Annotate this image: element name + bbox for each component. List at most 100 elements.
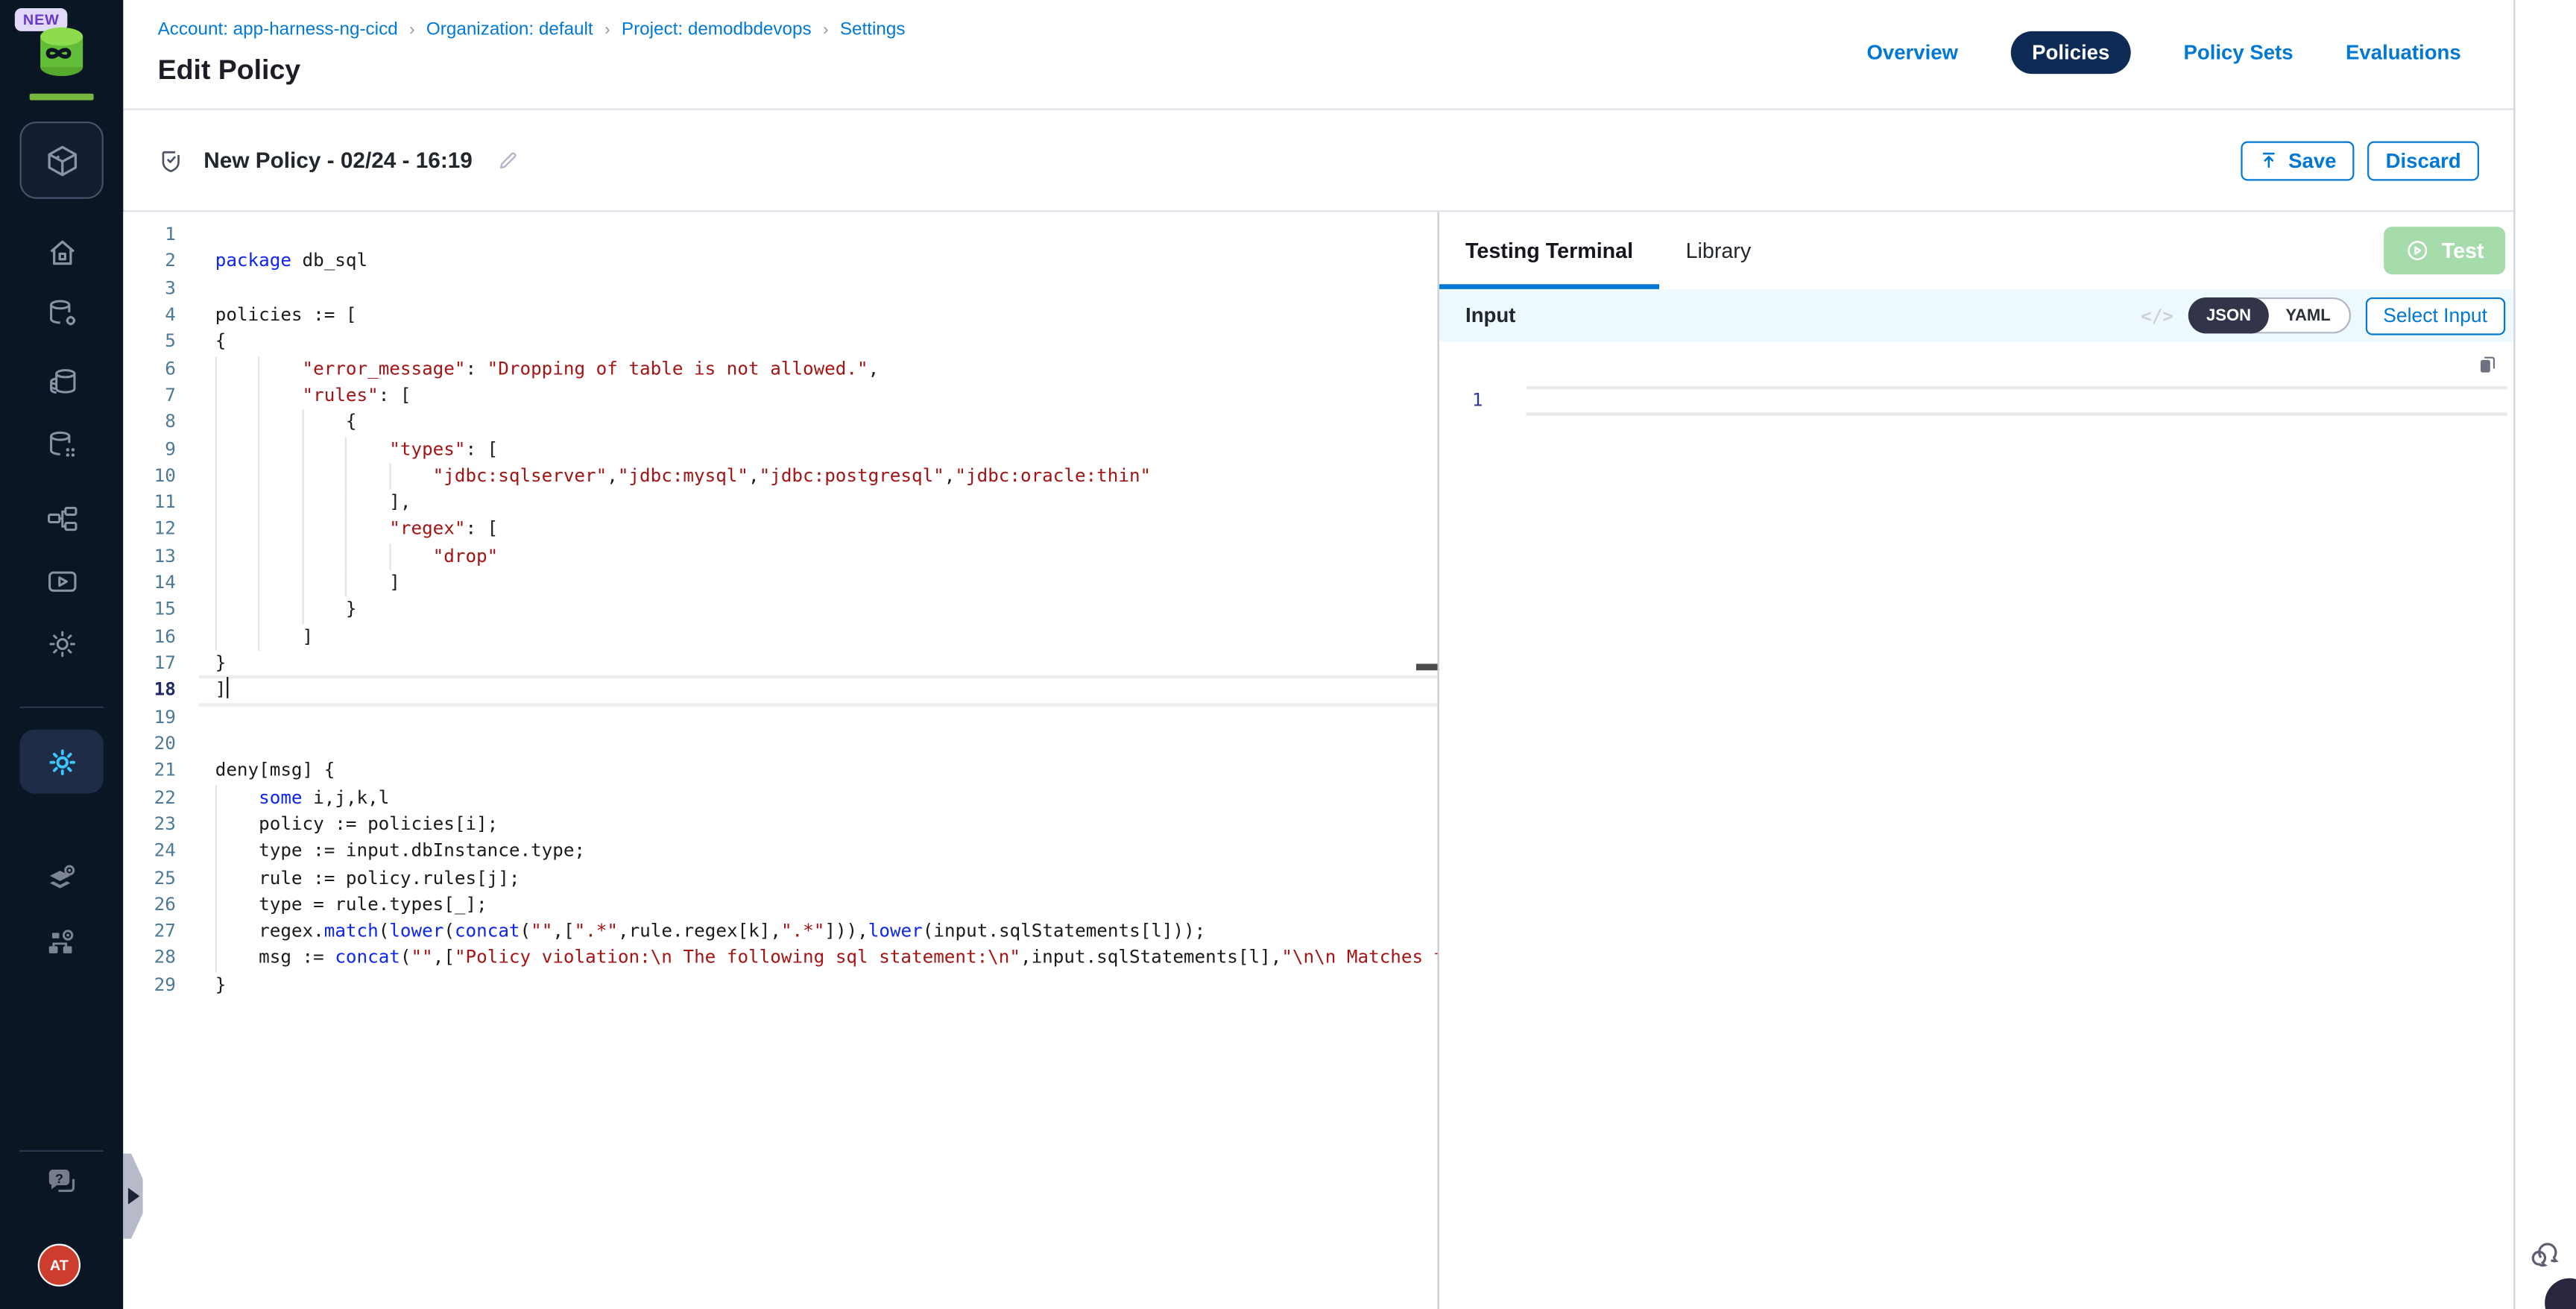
line-content: type = rule.types[_]; bbox=[215, 892, 487, 918]
line-content: "drop" bbox=[215, 543, 499, 570]
line-number: 19 bbox=[123, 704, 176, 731]
play-circle-icon bbox=[2405, 239, 2430, 263]
editor-line[interactable]: 17} bbox=[123, 651, 1437, 678]
page-header: Account: app-harness-ng-cicd › Organizat… bbox=[123, 0, 2513, 108]
line-number: 23 bbox=[123, 812, 176, 839]
copy-icon[interactable] bbox=[2476, 353, 2499, 376]
left-sidebar: NEW bbox=[0, 0, 123, 1309]
breadcrumb-account[interactable]: Account: app-harness-ng-cicd bbox=[158, 19, 398, 39]
line-content: } bbox=[215, 972, 227, 999]
layers-gear-icon bbox=[42, 859, 80, 898]
editor-line[interactable]: 21deny[msg] { bbox=[123, 758, 1437, 785]
toggle-yaml[interactable]: YAML bbox=[2267, 306, 2349, 324]
sidebar-item-layers[interactable] bbox=[0, 859, 123, 898]
tab-overview[interactable]: Overview bbox=[1866, 41, 1958, 64]
module-cube-icon bbox=[42, 140, 81, 180]
editor-line[interactable]: 26 type = rule.types[_]; bbox=[123, 892, 1437, 918]
editor-line[interactable]: 24 type := input.dbInstance.type; bbox=[123, 838, 1437, 865]
line-number: 27 bbox=[123, 918, 176, 945]
line-number: 6 bbox=[123, 356, 176, 382]
line-number: 26 bbox=[123, 892, 176, 918]
editor-line[interactable]: 27 regex.match(lower(concat("",[".*",rul… bbox=[123, 918, 1437, 945]
editor-line[interactable]: 3 bbox=[123, 275, 1437, 302]
assistant-fab[interactable] bbox=[2545, 1278, 2576, 1309]
editor-line[interactable]: 6 "error_message": "Dropping of table is… bbox=[123, 356, 1437, 382]
editor-line[interactable]: 22 some i,j,k,l bbox=[123, 785, 1437, 812]
toggle-json[interactable]: JSON bbox=[2188, 297, 2270, 333]
editor-line[interactable]: 20 bbox=[123, 731, 1437, 758]
editor-line[interactable]: 23 policy := policies[i]; bbox=[123, 812, 1437, 839]
editor-line[interactable]: 9 "types": [ bbox=[123, 436, 1437, 463]
editor-line[interactable]: 12 "regex": [ bbox=[123, 517, 1437, 543]
sidebar-item-infrastructure[interactable] bbox=[0, 924, 123, 962]
test-button[interactable]: Test bbox=[2384, 227, 2506, 274]
breadcrumb-project[interactable]: Project: demodbdevops bbox=[622, 19, 812, 39]
tab-policy-sets[interactable]: Policy Sets bbox=[2183, 41, 2293, 64]
editor-line[interactable]: 18] bbox=[123, 678, 1437, 704]
sidebar-item-help[interactable]: ? bbox=[0, 1163, 123, 1201]
sidebar-item-executions[interactable] bbox=[0, 564, 123, 599]
sidebar-divider bbox=[19, 707, 103, 708]
line-number: 4 bbox=[123, 302, 176, 329]
chat-bubbles-icon[interactable] bbox=[2527, 1237, 2563, 1273]
sidebar-item-settings-active[interactable] bbox=[19, 730, 103, 794]
sidebar-item-home[interactable] bbox=[0, 235, 123, 271]
sidebar-item-db-deploy[interactable] bbox=[0, 427, 123, 463]
editor-line[interactable]: 15 } bbox=[123, 597, 1437, 624]
editor-line[interactable]: 4policies := [ bbox=[123, 302, 1437, 329]
editor-line[interactable]: 14 ] bbox=[123, 570, 1437, 597]
module-selector[interactable] bbox=[19, 122, 103, 199]
line-content: package db_sql bbox=[215, 249, 367, 276]
breadcrumb: Account: app-harness-ng-cicd › Organizat… bbox=[158, 19, 906, 39]
breadcrumb-settings[interactable]: Settings bbox=[840, 19, 906, 39]
sidebar-item-db-stack[interactable] bbox=[0, 363, 123, 399]
input-editor[interactable]: 1 bbox=[1439, 341, 2513, 1309]
line-number: 10 bbox=[123, 463, 176, 490]
editor-line[interactable]: 8 { bbox=[123, 409, 1437, 436]
settings-gear-active-icon bbox=[43, 743, 79, 779]
line-number: 20 bbox=[123, 731, 176, 758]
tab-testing-terminal[interactable]: Testing Terminal bbox=[1439, 212, 1660, 289]
input-line-1[interactable]: 1 bbox=[1439, 386, 2507, 416]
editor-line[interactable]: 1 bbox=[123, 222, 1437, 249]
editor-line[interactable]: 11 ], bbox=[123, 490, 1437, 517]
line-content: ] bbox=[215, 624, 313, 651]
line-number: 29 bbox=[123, 972, 176, 999]
user-avatar[interactable]: AT bbox=[38, 1243, 80, 1286]
discard-button[interactable]: Discard bbox=[2367, 140, 2479, 180]
editor-line[interactable]: 2package db_sql bbox=[123, 249, 1437, 276]
editor-line[interactable]: 25 rule := policy.rules[j]; bbox=[123, 865, 1437, 892]
editor-line[interactable]: 16 ] bbox=[123, 624, 1437, 651]
text-cursor bbox=[226, 678, 228, 699]
policy-workspace: 12package db_sql34policies := [5{6 "erro… bbox=[123, 212, 2513, 1309]
line-content: policy := policies[i]; bbox=[215, 812, 499, 839]
editor-line[interactable]: 13 "drop" bbox=[123, 543, 1437, 570]
line-content: "jdbc:sqlserver","jdbc:mysql","jdbc:post… bbox=[215, 463, 1151, 490]
select-input-button[interactable]: Select Input bbox=[2365, 297, 2505, 335]
editor-line[interactable]: 5{ bbox=[123, 329, 1437, 356]
save-button[interactable]: Save bbox=[2241, 140, 2355, 180]
policy-name: New Policy - 02/24 - 16:19 bbox=[203, 148, 473, 172]
sidebar-item-settings-gray[interactable] bbox=[0, 626, 123, 662]
db-devops-logo[interactable] bbox=[31, 22, 92, 83]
tab-evaluations[interactable]: Evaluations bbox=[2346, 41, 2461, 64]
editor-line[interactable]: 19 bbox=[123, 704, 1437, 731]
rego-code-editor[interactable]: 12package db_sql34policies := [5{6 "erro… bbox=[123, 212, 1437, 1309]
editor-line[interactable]: 29} bbox=[123, 972, 1437, 999]
sidebar-divider-bottom bbox=[19, 1150, 103, 1152]
tab-library[interactable]: Library bbox=[1659, 212, 1777, 289]
edit-name-pencil-icon[interactable] bbox=[496, 148, 519, 171]
editor-line[interactable]: 10 "jdbc:sqlserver","jdbc:mysql","jdbc:p… bbox=[123, 463, 1437, 490]
sidebar-item-pipelines[interactable] bbox=[0, 501, 123, 537]
sidebar-item-db-settings[interactable] bbox=[0, 296, 123, 332]
tab-policies[interactable]: Policies bbox=[2011, 31, 2131, 74]
pipeline-tree-icon bbox=[43, 501, 79, 537]
breadcrumb-organization[interactable]: Organization: default bbox=[426, 19, 593, 39]
line-number: 13 bbox=[123, 543, 176, 570]
line-content: { bbox=[215, 329, 227, 356]
format-toggle[interactable]: JSON YAML bbox=[2188, 297, 2350, 333]
line-content: "rules": [ bbox=[215, 382, 411, 409]
chevron-right-icon: › bbox=[604, 21, 610, 39]
editor-line[interactable]: 7 "rules": [ bbox=[123, 382, 1437, 409]
editor-line[interactable]: 28 msg := concat("",["Policy violation:\… bbox=[123, 945, 1437, 972]
